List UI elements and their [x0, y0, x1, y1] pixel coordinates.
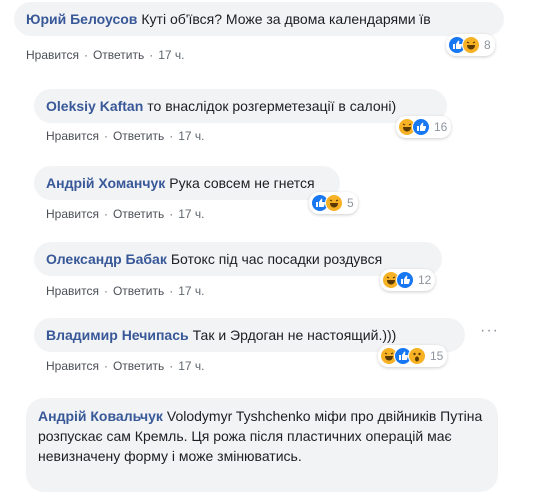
comment-bubble: Олександр Бабак Ботокс під час посадки ро…	[34, 242, 442, 276]
reactions-summary[interactable]: 5	[309, 192, 358, 214]
comment-author[interactable]: Oleksiy Kaftan	[46, 98, 143, 114]
like-icon	[396, 271, 414, 289]
like-link[interactable]: Нравится	[46, 359, 99, 373]
reaction-count: 8	[484, 38, 491, 52]
comment-actions: Нравится · Ответить · 17 ч.	[46, 359, 205, 373]
comment-actions: Нравится · Ответить · 17 ч.	[46, 207, 205, 221]
comment-text: то внаслідок розгерметезації в салоні)	[147, 98, 397, 114]
like-link[interactable]: Нравится	[26, 48, 79, 62]
haha-icon	[325, 194, 343, 212]
comment-bubble: Юрий Белоусов Куті об'ївся? Може за двома…	[14, 2, 504, 36]
comment-author[interactable]: Владимир Нечипась	[46, 327, 189, 343]
comment-time[interactable]: 17 ч.	[178, 129, 204, 143]
comment-author[interactable]: Андрій Ковальчук	[38, 408, 163, 424]
reactions-summary[interactable]: 12	[380, 269, 436, 291]
comment-text: Рука совсем не гнется	[169, 175, 315, 191]
more-options-icon[interactable]: ···	[480, 322, 499, 340]
reaction-count: 5	[347, 196, 354, 210]
comment-time[interactable]: 17 ч.	[158, 48, 184, 62]
comment-bubble: Андрій Хоманчук Рука совсем не гнется	[34, 166, 340, 200]
reply-link[interactable]: Ответить	[113, 207, 164, 221]
comment-text: Ботокс під час посадки роздувся	[170, 251, 383, 267]
comment-author[interactable]: Олександр Бабак	[46, 251, 167, 267]
reply-link[interactable]: Ответить	[93, 48, 144, 62]
like-icon	[412, 118, 430, 136]
comment-bubble: Андрій Ковальчук Volodymyr Tyshchenko міф…	[26, 398, 498, 492]
comment-author[interactable]: Андрій Хоманчук	[46, 175, 165, 191]
like-link[interactable]: Нравится	[46, 284, 99, 298]
comment-bubble: Oleksiy Kaftan то внаслідок розгерметезац…	[34, 89, 447, 123]
comment-actions: Нравится · Ответить · 17 ч.	[26, 48, 185, 62]
comment-author[interactable]: Юрий Белоусов	[26, 11, 137, 27]
like-link[interactable]: Нравится	[46, 207, 99, 221]
reaction-count: 16	[434, 120, 448, 134]
reaction-count: 15	[430, 349, 444, 363]
wow-icon	[408, 347, 426, 365]
comment-time[interactable]: 17 ч.	[178, 284, 204, 298]
comment-text: Так и Эрдоган не настоящий.)))	[192, 327, 397, 343]
like-link[interactable]: Нравится	[46, 129, 99, 143]
reply-link[interactable]: Ответить	[113, 359, 164, 373]
comment-time[interactable]: 17 ч.	[178, 359, 204, 373]
reactions-summary[interactable]: 8	[446, 34, 495, 56]
reply-link[interactable]: Ответить	[113, 129, 164, 143]
reply-link[interactable]: Ответить	[113, 284, 164, 298]
reactions-summary[interactable]: 16	[396, 116, 452, 138]
haha-icon	[462, 36, 480, 54]
comment-actions: Нравится · Ответить · 17 ч.	[46, 129, 205, 143]
reactions-summary[interactable]: 15	[378, 345, 448, 367]
reaction-count: 12	[418, 273, 432, 287]
comment-actions: Нравится · Ответить · 17 ч.	[46, 284, 205, 298]
comment-time[interactable]: 17 ч.	[178, 207, 204, 221]
comment-text: Куті об'ївся? Може за двома календарями …	[141, 11, 431, 27]
